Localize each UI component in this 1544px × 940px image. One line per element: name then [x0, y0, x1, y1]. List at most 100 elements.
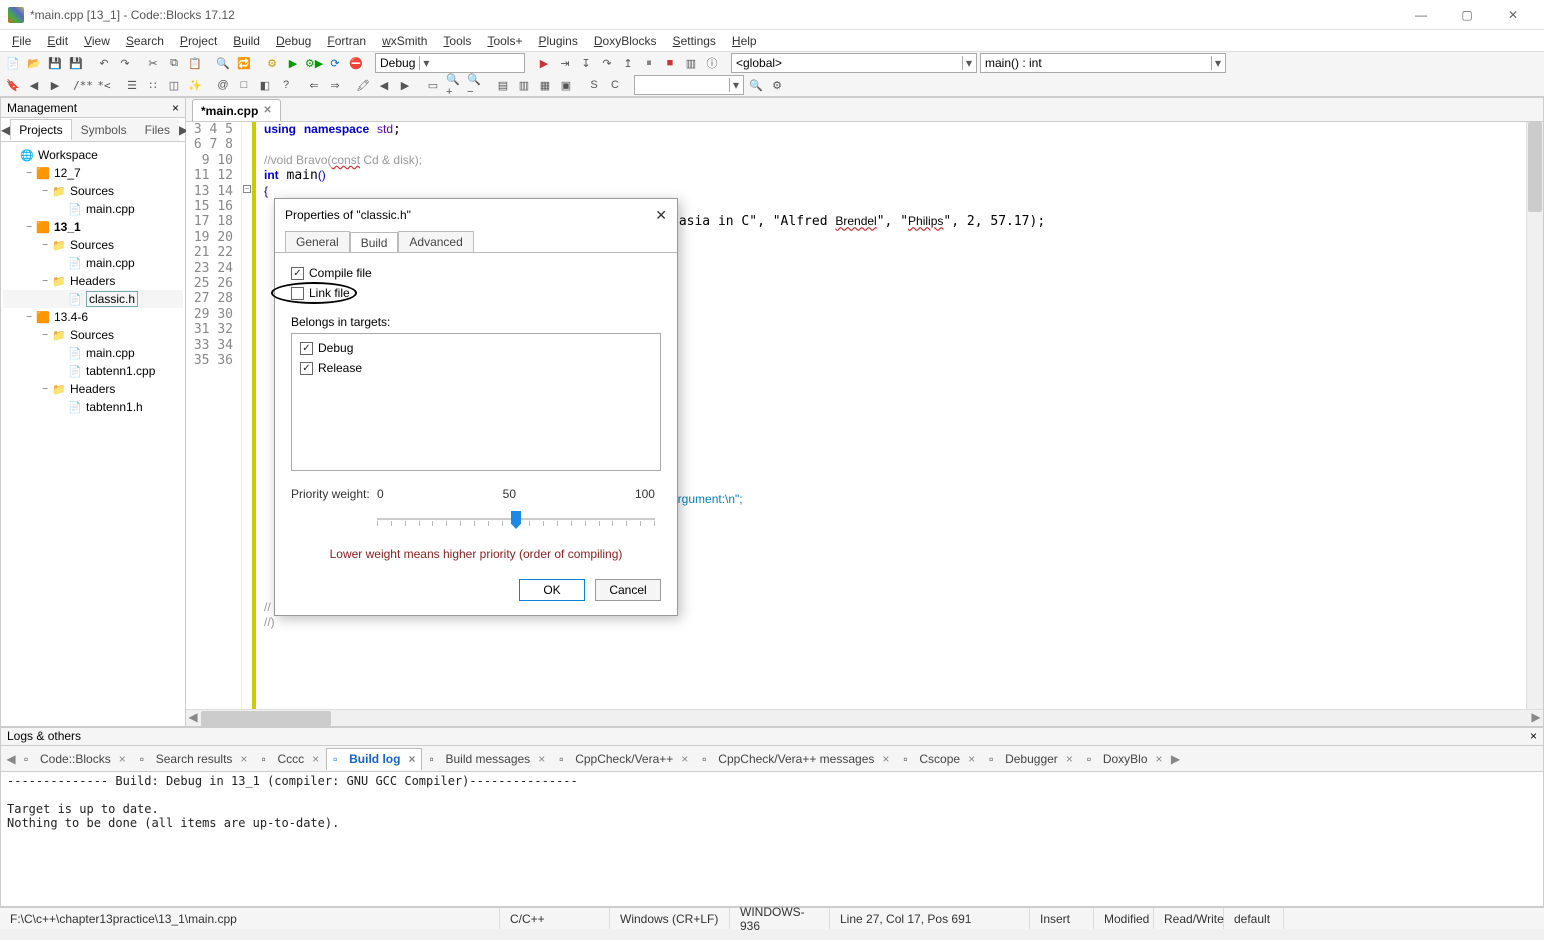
menu-build[interactable]: Build	[225, 32, 268, 50]
nav-right-icon[interactable]: ⇒	[326, 76, 344, 94]
build-target-combo[interactable]: Debug▾	[375, 53, 525, 73]
build-log-output[interactable]: -------------- Build: Debug in 13_1 (com…	[1, 772, 1543, 906]
mgmt-tabs-left-icon[interactable]: ◀	[1, 123, 10, 137]
menu-plugins[interactable]: Plugins	[530, 32, 585, 50]
build-icon[interactable]: ⚙	[263, 54, 281, 72]
function-combo[interactable]: main() : int▾	[980, 53, 1226, 73]
menu-tools+[interactable]: Tools+	[479, 32, 530, 50]
close-tab-icon[interactable]: ✕	[263, 105, 271, 116]
paste-icon[interactable]: 📋	[186, 54, 204, 72]
cancel-button[interactable]: Cancel	[595, 579, 661, 601]
dialog-tab-general[interactable]: General	[285, 231, 350, 252]
doxy4-icon[interactable]: ?	[277, 76, 295, 94]
find-icon[interactable]: 🔍	[214, 54, 232, 72]
open-icon[interactable]: 📂	[25, 54, 43, 72]
fortran-s-icon[interactable]: S	[585, 76, 603, 94]
maximize-button[interactable]: ▢	[1444, 0, 1490, 30]
search-opt-icon[interactable]: ⚙	[768, 76, 786, 94]
prev-bookmark-icon[interactable]: ◀	[25, 76, 43, 94]
tree-item[interactable]: −🟧13.4-6	[3, 308, 183, 326]
misc2-icon[interactable]: ▥	[515, 76, 533, 94]
abort-icon[interactable]: ⛔	[347, 54, 365, 72]
copy-icon[interactable]: ⧉	[165, 54, 183, 72]
prev-changed-icon[interactable]: ◀	[375, 76, 393, 94]
ok-button[interactable]: OK	[519, 579, 585, 601]
tree-item[interactable]: −🟧12_7	[3, 164, 183, 182]
stop-debug-icon[interactable]: ■	[661, 54, 679, 72]
tree-item[interactable]: 📄tabtenn1.cpp	[3, 362, 183, 380]
rebuild-icon[interactable]: ⟳	[326, 54, 344, 72]
tree-item[interactable]: 📄classic.h	[3, 290, 183, 308]
horizontal-scrollbar[interactable]: ◀ ▶	[186, 709, 1543, 726]
tree-item[interactable]: 📄tabtenn1.h	[3, 398, 183, 416]
targets-listbox[interactable]: Debug Release	[291, 333, 661, 471]
zoom-in-icon[interactable]: 🔍+	[445, 76, 463, 94]
highlight-icon[interactable]: 🖍	[354, 76, 372, 94]
nav-left-icon[interactable]: ⇐	[305, 76, 323, 94]
menu-wxsmith[interactable]: wxSmith	[374, 32, 435, 50]
doxy2-icon[interactable]: □	[235, 76, 253, 94]
logs-tab-doxyblo[interactable]: ▫DoxyBlo×	[1080, 748, 1170, 770]
menu-project[interactable]: Project	[172, 32, 225, 50]
new-file-icon[interactable]: 📄	[4, 54, 22, 72]
logs-tab-build-log[interactable]: ▫Build log×	[326, 748, 422, 770]
tab-projects[interactable]: Projects	[10, 119, 71, 140]
dialog-close-icon[interactable]: ✕	[655, 207, 667, 224]
logs-tab-build-messages[interactable]: ▫Build messages×	[422, 748, 552, 770]
tree-item[interactable]: −📁Sources	[3, 326, 183, 344]
regex2-icon[interactable]: *<	[95, 76, 113, 94]
logs-close-icon[interactable]: ×	[1530, 729, 1537, 744]
menu-debug[interactable]: Debug	[268, 32, 319, 50]
run-to-cursor-icon[interactable]: ⇥	[556, 54, 574, 72]
fold-column[interactable]: −	[242, 122, 252, 709]
select-icon[interactable]: ▭	[424, 76, 442, 94]
save-icon[interactable]: 💾	[46, 54, 64, 72]
pause-icon[interactable]: ⏸	[640, 54, 658, 72]
debug-windows-icon[interactable]: ▥	[682, 54, 700, 72]
tree-item[interactable]: 🌐Workspace	[3, 146, 183, 164]
fortran-c-icon[interactable]: C	[606, 76, 624, 94]
misc4-icon[interactable]: ▣	[557, 76, 575, 94]
tree-item[interactable]: 📄main.cpp	[3, 254, 183, 272]
menu-edit[interactable]: Edit	[39, 32, 76, 50]
vertical-scrollbar[interactable]	[1526, 122, 1543, 709]
target-release-checkbox[interactable]	[300, 362, 313, 375]
next-bookmark-icon[interactable]: ▶	[46, 76, 64, 94]
menu-tools[interactable]: Tools	[435, 32, 479, 50]
run-icon[interactable]: ▶	[284, 54, 302, 72]
build-run-icon[interactable]: ⚙▶	[305, 54, 323, 72]
redo-icon[interactable]: ↷	[116, 54, 134, 72]
step-out-icon[interactable]: ↥	[619, 54, 637, 72]
menu-file[interactable]: File	[4, 32, 39, 50]
project-tree[interactable]: 🌐Workspace−🟧12_7−📁Sources📄main.cpp−🟧13_1…	[1, 142, 185, 726]
logs-tab-debugger[interactable]: ▫Debugger×	[982, 748, 1080, 770]
misc3-icon[interactable]: ▦	[536, 76, 554, 94]
logs-tab-cppcheck-vera-messages[interactable]: ▫CppCheck/Vera++ messages×	[695, 748, 896, 770]
logs-tab-cscope[interactable]: ▫Cscope×	[896, 748, 982, 770]
class-icon[interactable]: ◫	[165, 76, 183, 94]
regex-icon[interactable]: /**	[74, 76, 92, 94]
list-icon[interactable]: ☰	[123, 76, 141, 94]
compile-file-checkbox[interactable]	[291, 267, 304, 280]
zoom-out-icon[interactable]: 🔍−	[466, 76, 484, 94]
tree-item[interactable]: −🟧13_1	[3, 218, 183, 236]
wizard-icon[interactable]: ✨	[186, 76, 204, 94]
toggle-bookmark-icon[interactable]: 🔖	[4, 76, 22, 94]
management-close-icon[interactable]: ×	[172, 101, 179, 115]
close-button[interactable]: ✕	[1490, 0, 1536, 30]
menu-doxyblocks[interactable]: DoxyBlocks	[586, 32, 665, 50]
dialog-tab-build[interactable]: Build	[350, 232, 399, 253]
namespace-icon[interactable]: ∷	[144, 76, 162, 94]
debug-run-icon[interactable]: ▶	[535, 54, 553, 72]
search-combo[interactable]: ▾	[634, 75, 744, 95]
doxy3-icon[interactable]: ◧	[256, 76, 274, 94]
step-over-icon[interactable]: ↷	[598, 54, 616, 72]
minimize-button[interactable]: —	[1398, 0, 1444, 30]
tree-item[interactable]: 📄main.cpp	[3, 200, 183, 218]
step-into-icon[interactable]: ↧	[577, 54, 595, 72]
menu-view[interactable]: View	[76, 32, 118, 50]
menu-fortran[interactable]: Fortran	[319, 32, 374, 50]
scope-combo[interactable]: <global>▾	[731, 53, 977, 73]
priority-slider[interactable]	[377, 515, 655, 529]
tree-item[interactable]: −📁Sources	[3, 236, 183, 254]
